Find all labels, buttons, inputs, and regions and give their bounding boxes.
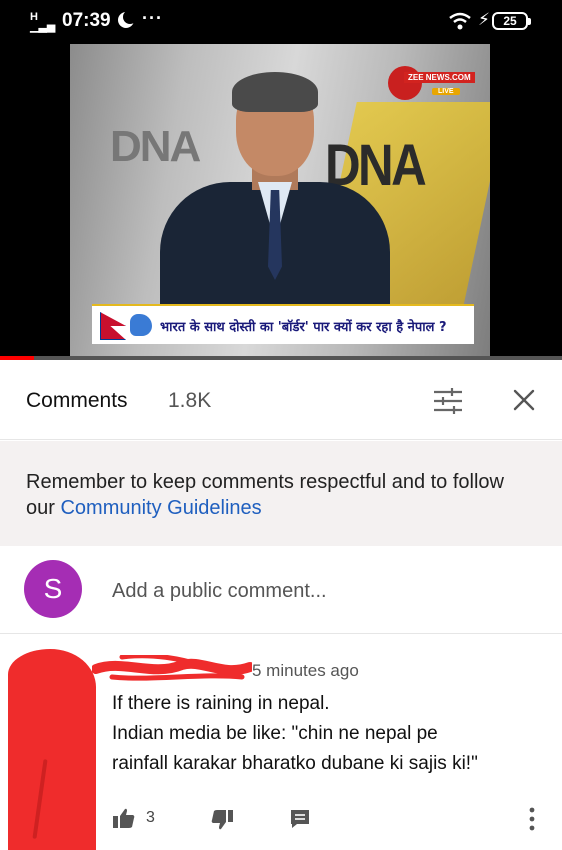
thumbs-up-icon[interactable] [112, 807, 136, 829]
anchor-hair [232, 72, 318, 112]
close-icon[interactable] [510, 386, 538, 414]
wifi-icon [449, 12, 471, 30]
comment-text: If there is raining in nepal. Indian med… [112, 689, 552, 779]
channel-logo: ZEE NEWS.COM LIVE [388, 66, 478, 100]
india-map-icon [130, 314, 152, 336]
more-notifications-icon: ··· [142, 8, 163, 28]
signal-icon: H ▁▃▅ [30, 11, 56, 33]
comments-header: Comments 1.8K [0, 360, 562, 440]
channel-logo-text: ZEE NEWS.COM [404, 72, 475, 83]
comment-line: rainfall karakar bharatko dubane ki saji… [112, 753, 478, 774]
nepal-flag-icon [100, 312, 126, 340]
comment-actions: 3 [112, 805, 552, 835]
comments-title: Comments [26, 389, 128, 412]
comment-line: Indian media be like: "chin ne nepal pe [112, 723, 438, 744]
app-screen: H ▁▃▅ 07:39 ··· ⚡ 25 DNA DNA ZEE NEWS.COM… [0, 0, 562, 850]
redacted-avatar [8, 649, 96, 850]
user-avatar: S [24, 560, 82, 618]
ticker-text: भारत के साथ दोस्ती का 'बॉर्डर' पार क्यों… [160, 320, 447, 335]
video-player[interactable]: DNA DNA ZEE NEWS.COM LIVE भारत के साथ दो… [0, 44, 562, 360]
live-badge: LIVE [432, 88, 460, 95]
comment-timestamp: 5 minutes ago [252, 661, 359, 680]
guidelines-text: Remember to keep comments respectful and… [26, 469, 526, 521]
news-ticker: भारत के साथ दोस्ती का 'बॉर्डर' पार क्यों… [92, 304, 474, 344]
more-vert-icon[interactable] [520, 805, 544, 833]
add-comment-row[interactable]: S Add a public comment... [0, 546, 562, 634]
show-logo-left: DNA [110, 122, 201, 171]
community-guidelines-link[interactable]: Community Guidelines [60, 497, 261, 519]
clock: 07:39 [62, 10, 111, 31]
sort-icon[interactable] [432, 387, 464, 415]
thumbs-down-icon[interactable] [210, 809, 234, 831]
video-frame: DNA DNA ZEE NEWS.COM LIVE भारत के साथ दो… [70, 44, 490, 360]
charging-icon: ⚡ [478, 10, 490, 29]
like-count: 3 [146, 809, 155, 826]
redacted-username [92, 655, 252, 681]
battery-icon: 25 [492, 12, 531, 30]
moon-icon [118, 10, 137, 28]
comment-item: 5 minutes ago If there is raining in nep… [0, 635, 562, 850]
add-comment-input[interactable]: Add a public comment... [112, 580, 327, 603]
guidelines-banner: Remember to keep comments respectful and… [0, 441, 562, 546]
comment-line: If there is raining in nepal. [112, 693, 330, 714]
comments-count: 1.8K [168, 389, 212, 412]
reply-icon[interactable] [288, 807, 312, 831]
status-bar: H ▁▃▅ 07:39 ··· ⚡ 25 [0, 0, 562, 44]
